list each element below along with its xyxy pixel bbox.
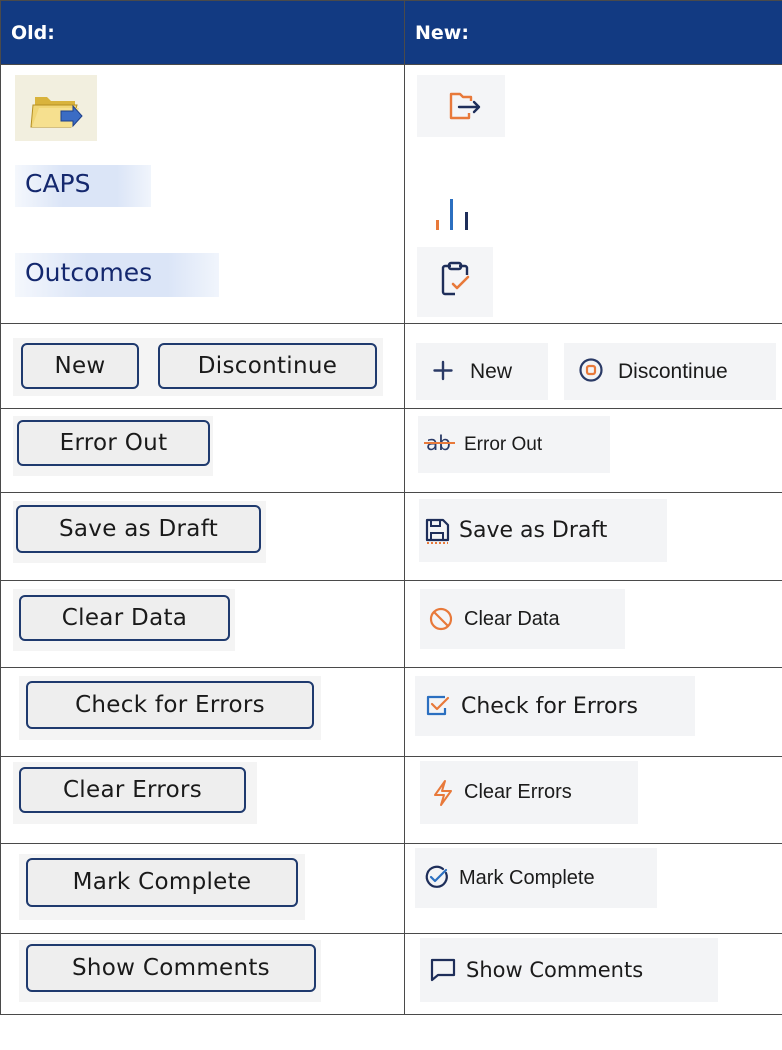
exit-icon[interactable] [417, 75, 505, 137]
comment-icon [430, 958, 456, 982]
clear-data-button-label: Clear Data [464, 607, 560, 630]
strikethrough-ab-icon: ab [424, 431, 455, 455]
new-discontinue-button[interactable]: Discontinue [564, 343, 776, 400]
old-outcomes-tab[interactable]: Outcomes [15, 253, 219, 297]
plus-icon [433, 360, 453, 381]
new-mark-complete-button[interactable]: Mark Complete [415, 848, 657, 908]
discontinue-button-label: Discontinue [618, 359, 728, 383]
header-row: Old: New: [0, 0, 782, 65]
check-for-errors-button-label: Check for Errors [461, 693, 638, 719]
save-as-draft-row: Save as Draft Save as Draft [0, 492, 782, 581]
nav-items-row: CAPS Outcomes [0, 64, 782, 324]
new-cell: Save as Draft [404, 492, 782, 581]
new-clear-data-button[interactable]: Clear Data [420, 589, 625, 649]
new-cell: Clear Errors [404, 756, 782, 844]
new-cell: Check for Errors [404, 667, 782, 757]
new-cell: ab Error Out [404, 408, 782, 493]
old-cell: Mark Complete [0, 843, 405, 934]
prohibited-icon [429, 607, 453, 631]
old-cell: Clear Data [0, 580, 405, 668]
old-cell: Show Comments [0, 933, 405, 1015]
old-show-comments-button[interactable]: Show Comments [26, 944, 316, 992]
old-check-for-errors-button[interactable]: Check for Errors [26, 681, 314, 729]
new-column-header: New: [404, 0, 782, 65]
mark-complete-button-label: Mark Complete [459, 866, 595, 889]
new-save-as-draft-button[interactable]: Save as Draft [419, 499, 667, 562]
check-circle-icon [425, 865, 448, 888]
old-caps-tab[interactable]: CAPS [15, 165, 151, 207]
bar-chart-icon[interactable] [417, 169, 505, 235]
old-cell: Error Out [0, 408, 405, 493]
new-cell: New Discontinue [404, 323, 782, 409]
old-cell: New Discontinue [0, 323, 405, 409]
new-cell: Mark Complete [404, 843, 782, 934]
stop-circle-icon [579, 358, 603, 382]
old-cell: Clear Errors [0, 756, 405, 844]
clipboard-check-icon[interactable] [417, 247, 493, 317]
checkbox-icon [426, 695, 450, 716]
old-clear-errors-button[interactable]: Clear Errors [19, 767, 246, 813]
old-folder-open-icon[interactable] [15, 75, 97, 141]
new-clear-errors-button[interactable]: Clear Errors [420, 761, 638, 824]
mark-complete-row: Mark Complete Mark Complete [0, 843, 782, 934]
old-mark-complete-button[interactable]: Mark Complete [26, 858, 298, 907]
new-nav-cell [404, 64, 782, 324]
new-button-label: New [470, 359, 513, 383]
lightning-icon [434, 780, 452, 806]
old-discontinue-button[interactable]: Discontinue [158, 343, 377, 389]
check-for-errors-row: Check for Errors Check for Errors [0, 667, 782, 757]
old-clear-data-button[interactable]: Clear Data [19, 595, 230, 641]
new-cell: Clear Data [404, 580, 782, 668]
new-new-button[interactable]: New [416, 343, 548, 400]
clear-errors-row: Clear Errors Clear Errors [0, 756, 782, 844]
comparison-table: Old: New: CAPS Outcomes New Discontinue … [0, 0, 782, 1015]
new-discontinue-row: New Discontinue New Discontinue [0, 323, 782, 409]
new-show-comments-button[interactable]: Show Comments [420, 938, 718, 1002]
old-new-button[interactable]: New [21, 343, 139, 389]
save-draft-icon [425, 518, 450, 544]
show-comments-row: Show Comments Show Comments [0, 933, 782, 1015]
old-nav-cell: CAPS Outcomes [0, 64, 405, 324]
old-error-out-button[interactable]: Error Out [17, 420, 210, 466]
old-cell: Check for Errors [0, 667, 405, 757]
old-save-as-draft-button[interactable]: Save as Draft [16, 505, 261, 553]
show-comments-button-label: Show Comments [466, 958, 644, 982]
new-cell: Show Comments [404, 933, 782, 1015]
new-check-for-errors-button[interactable]: Check for Errors [415, 676, 695, 736]
old-column-header: Old: [0, 0, 405, 65]
error-out-row: Error Out ab Error Out [0, 408, 782, 493]
old-cell: Save as Draft [0, 492, 405, 581]
clear-data-row: Clear Data Clear Data [0, 580, 782, 668]
new-error-out-button[interactable]: ab Error Out [418, 416, 610, 473]
clear-errors-button-label: Clear Errors [464, 781, 572, 803]
error-out-button-label: Error Out [464, 433, 543, 455]
save-as-draft-button-label: Save as Draft [459, 518, 608, 543]
